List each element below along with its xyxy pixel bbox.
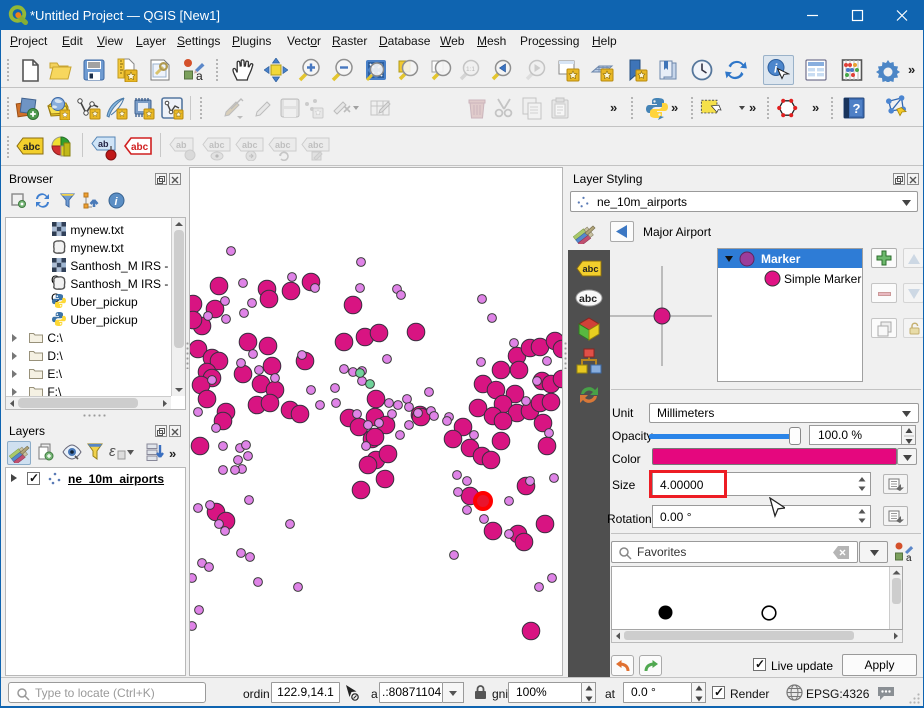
svg-text:abc: abc — [209, 140, 225, 150]
svg-text:?: ? — [853, 101, 861, 116]
svg-text:abc: abc — [23, 142, 41, 153]
svg-text:ab: ab — [176, 140, 187, 150]
svg-text:abc: abc — [131, 142, 149, 153]
svg-text:ε: ε — [109, 443, 116, 460]
svg-text:ab: ab — [98, 139, 109, 149]
svg-text:abc: abc — [308, 140, 324, 150]
svg-text:abc: abc — [579, 293, 597, 305]
svg-text:a: a — [196, 69, 203, 82]
svg-text:a: a — [906, 553, 912, 562]
svg-text:abc: abc — [583, 264, 599, 274]
svg-text:abc: abc — [242, 140, 258, 150]
svg-text:1:1: 1:1 — [466, 66, 475, 73]
svg-text:abc: abc — [275, 140, 291, 150]
